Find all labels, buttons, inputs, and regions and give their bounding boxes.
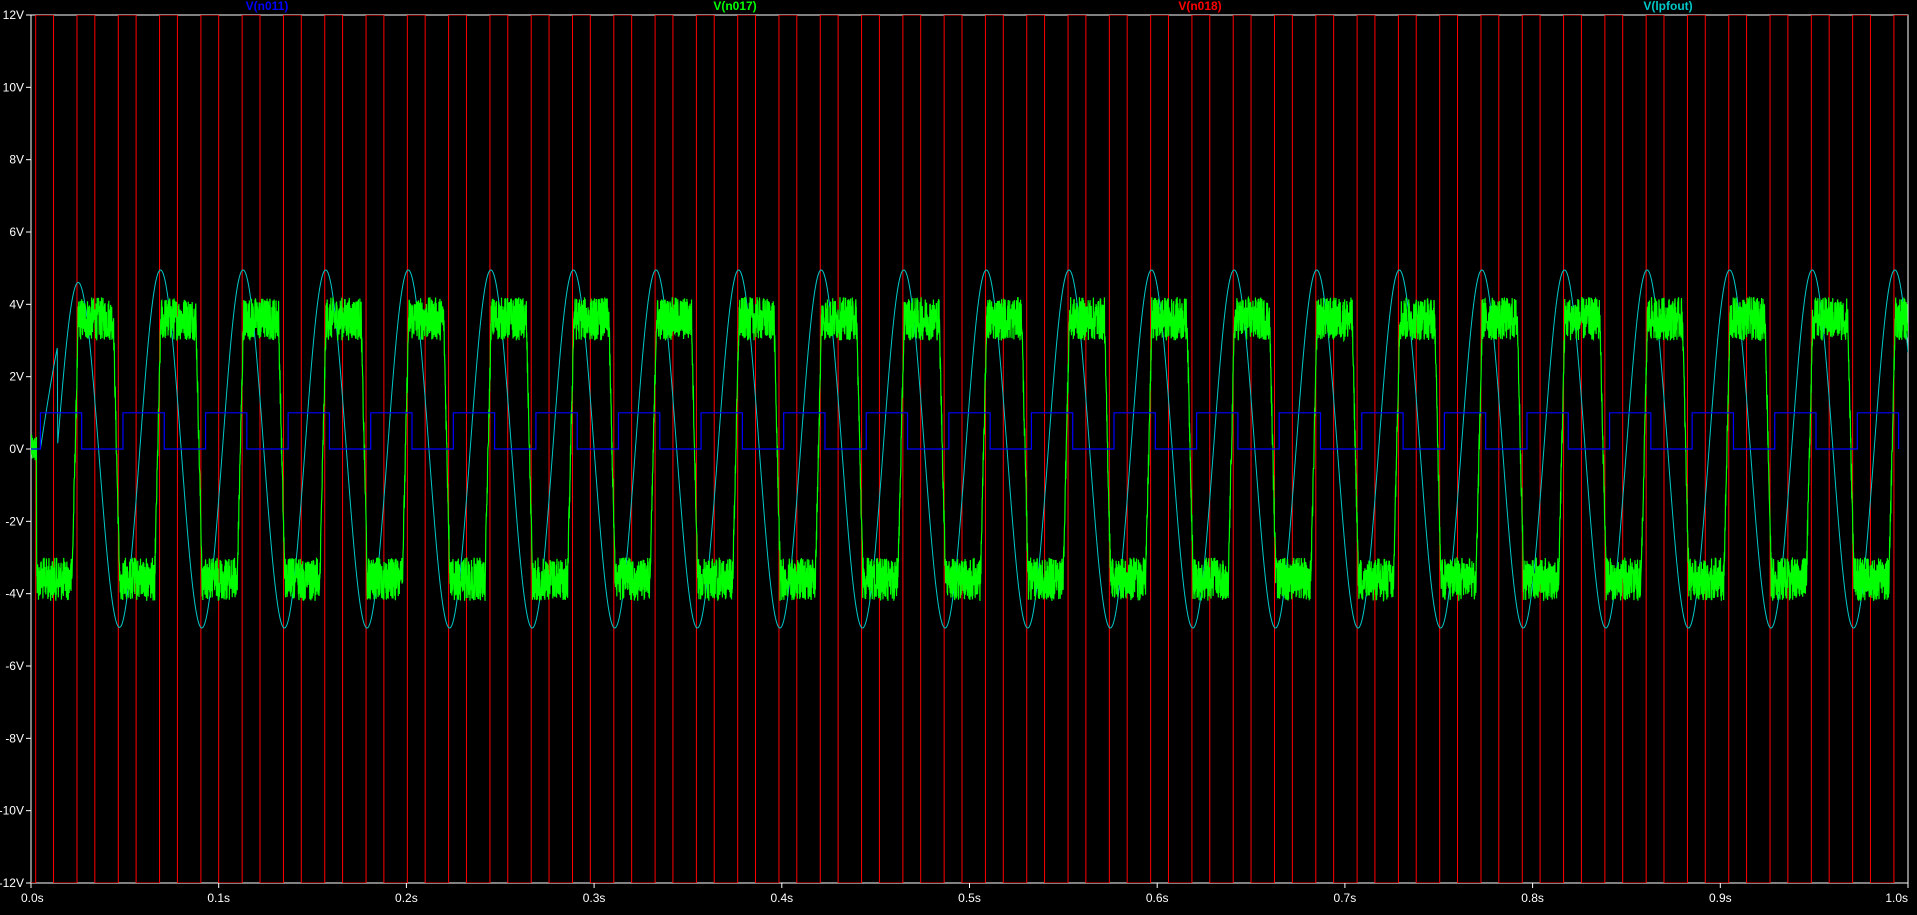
x-tick-label: 0.8s: [1521, 891, 1544, 905]
y-tick-label: 0V: [9, 442, 24, 456]
legend-entry[interactable]: V(n017): [713, 0, 756, 13]
y-tick-label: 6V: [9, 225, 24, 239]
y-tick-label: 10V: [3, 80, 24, 94]
y-tick-label: -6V: [5, 659, 24, 673]
y-tick-label: -10V: [0, 804, 24, 818]
x-tick-label: 0.0s: [21, 891, 44, 905]
plot-window: 12V 10V 8V 6V 4V 2V 0V -2V -4V -6V -8V -10V -12V 0.0s…: [0, 0, 1917, 910]
y-tick-label: 8V: [9, 153, 24, 167]
trace-v-n011: [31, 412, 1900, 450]
y-tick-label: 4V: [9, 297, 24, 311]
y-tick-label: -8V: [5, 731, 24, 745]
y-tick-label: -2V: [5, 514, 24, 528]
legend-entry[interactable]: V(lpfout): [1643, 0, 1692, 13]
x-tick-label: 0.3s: [583, 891, 606, 905]
y-tick-label: 2V: [9, 370, 24, 384]
x-tick-label: 0.7s: [1334, 891, 1357, 905]
x-tick-label: 0.1s: [207, 891, 230, 905]
axes: 12V 10V 8V 6V 4V 2V 0V -2V -4V -6V -8V -10V -12V0.0s…: [0, 8, 1909, 905]
x-tick-label: 1.0s: [1885, 891, 1908, 905]
x-tick-label: 0.5s: [958, 891, 981, 905]
legend: V(n011) V(n017) V(n018) V(lpfout): [246, 0, 1693, 13]
x-tick-label: 0.6s: [1146, 891, 1169, 905]
legend-entry[interactable]: V(n011): [246, 0, 289, 13]
x-tick-label: 0.4s: [770, 891, 793, 905]
y-tick-label: 12V: [3, 8, 24, 22]
legend-entry[interactable]: V(n018): [1178, 0, 1221, 13]
x-tick-label: 0.2s: [395, 891, 418, 905]
y-tick-label: -12V: [0, 876, 24, 890]
x-tick-label: 0.9s: [1709, 891, 1732, 905]
waveform-plot[interactable]: 12V 10V 8V 6V 4V 2V 0V -2V -4V -6V -8V -10V -12V0.0s…: [0, 0, 1917, 910]
series-traces: [31, 15, 1908, 883]
y-tick-label: -4V: [5, 587, 24, 601]
